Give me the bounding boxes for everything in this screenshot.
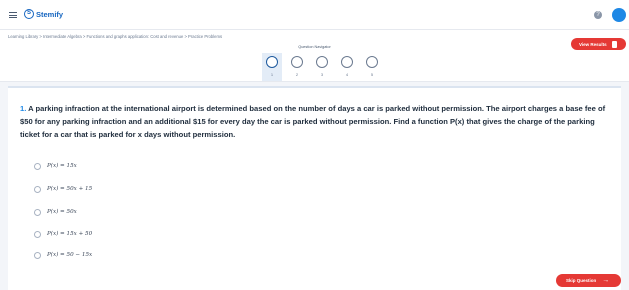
question-card: 1. A parking infraction at the internati… (8, 86, 621, 290)
brand-name: Stemify (36, 9, 64, 19)
nav-question-2[interactable]: 2 (287, 53, 307, 81)
arrow-right-icon: → (602, 277, 610, 284)
logo-icon: S (24, 9, 34, 19)
option-label: P(x) = 50x (47, 209, 77, 215)
menu-icon[interactable] (9, 12, 17, 18)
answer-option-4[interactable]: P(x) = 15x + 50 (34, 228, 92, 240)
question-navigator: 1 2 3 4 5 (262, 53, 382, 83)
nav-number: 1 (270, 72, 274, 77)
question-number: 1. (20, 104, 27, 113)
nav-circle (316, 56, 328, 68)
nav-question-4[interactable]: 4 (337, 53, 357, 81)
radio-button[interactable] (34, 208, 41, 216)
breadcrumb[interactable]: Learning Library > Intermediate Algebra … (8, 34, 222, 39)
option-label: P(x) = 15x (47, 163, 77, 169)
skip-question-button[interactable]: Skip Question → (556, 274, 621, 287)
nav-number: 5 (370, 72, 374, 77)
option-label: P(x) = 50 − 15x (47, 252, 93, 258)
nav-circle (366, 56, 378, 68)
nav-circle (266, 56, 278, 68)
avatar[interactable] (612, 8, 626, 22)
question-text: 1. A parking infraction at the internati… (20, 102, 612, 141)
radio-button[interactable] (34, 185, 41, 193)
nav-question-5[interactable]: 5 (362, 53, 382, 81)
option-label: P(x) = 15x + 50 (47, 231, 93, 237)
top-bar: S Stemify ? (0, 0, 629, 30)
nav-circle (291, 56, 303, 68)
radio-button[interactable] (34, 230, 41, 238)
navigator-title: Question Navigator (298, 45, 331, 49)
nav-question-1[interactable]: 1 (262, 53, 282, 81)
answer-option-5[interactable]: P(x) = 50 − 15x (34, 249, 92, 261)
answer-option-1[interactable]: P(x) = 15x (34, 160, 77, 172)
radio-button[interactable] (34, 162, 41, 170)
radio-button[interactable] (34, 251, 41, 259)
skip-label: Skip Question (566, 278, 597, 283)
answer-option-2[interactable]: P(x) = 50x + 15 (34, 183, 92, 195)
nav-number: 2 (295, 72, 299, 77)
nav-number: 3 (320, 72, 324, 77)
help-icon[interactable]: ? (594, 11, 602, 19)
nav-circle (341, 56, 353, 68)
question-body: A parking infraction at the internationa… (20, 104, 606, 139)
nav-question-3[interactable]: 3 (312, 53, 332, 81)
answer-option-3[interactable]: P(x) = 50x (34, 206, 77, 218)
option-label: P(x) = 50x + 15 (47, 186, 93, 192)
nav-number: 4 (345, 72, 349, 77)
stemify-logo[interactable]: S Stemify (24, 9, 63, 19)
